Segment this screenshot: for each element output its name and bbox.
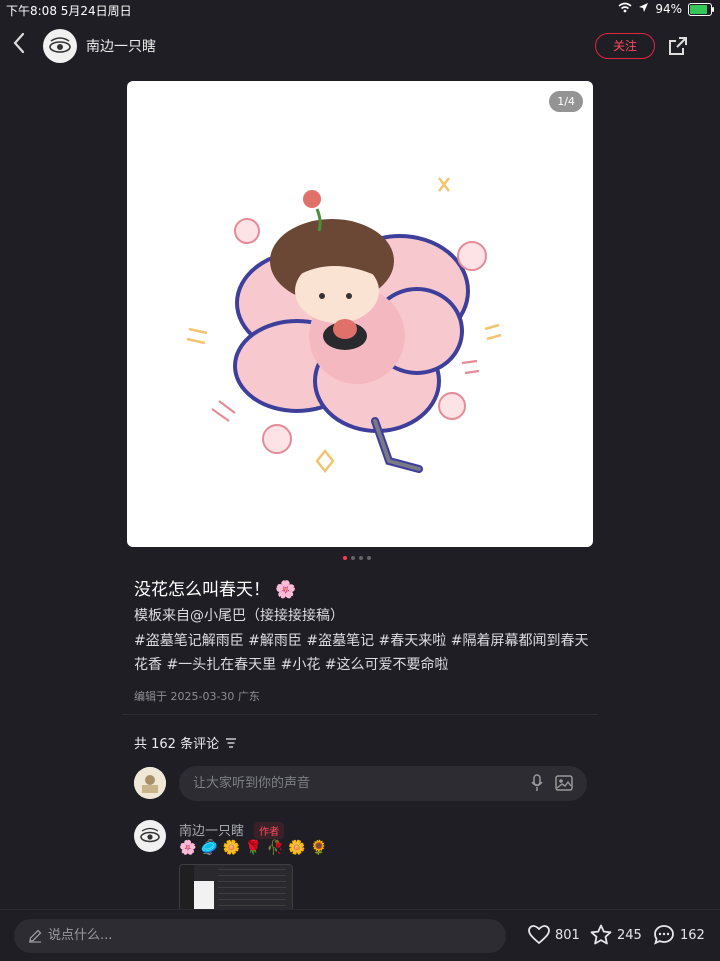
comment-count-label: 共 162 条评论 (134, 737, 220, 752)
like-button[interactable]: 801 (527, 922, 580, 948)
share-icon (669, 37, 687, 55)
post-meta: 编辑于 2025-03-30 广东 (134, 690, 260, 703)
comment-button[interactable]: 162 (652, 922, 705, 948)
status-right: 94% (618, 2, 714, 16)
chevron-left-icon (13, 32, 25, 54)
like-count: 801 (555, 927, 580, 943)
follow-button[interactable]: 关注 (595, 33, 655, 59)
status-bar: 下午8:08 5月24日周日 94% (0, 0, 720, 20)
location-icon (638, 2, 649, 16)
status-time-date: 下午8:08 5月24日周日 (6, 4, 132, 18)
post-body: 模板来自@小尾巴（接接接接稿） #盗墓笔记解雨臣 #解雨臣 #盗墓笔记 #春天来啦… (134, 604, 594, 678)
sort-icon[interactable] (225, 737, 237, 748)
comment-count[interactable]: 共 162 条评论 (134, 733, 237, 752)
carousel-dot[interactable] (343, 556, 347, 560)
say-something-input[interactable]: 说点什么... (14, 919, 506, 953)
post-header: 南边一只瞎 关注 (0, 26, 720, 66)
page-indicator: 1/4 (549, 91, 583, 112)
author-name[interactable]: 南边一只瞎 (86, 36, 156, 56)
comment-icon (654, 925, 674, 945)
author-badge: 作者 (254, 822, 285, 839)
illustration (186, 177, 502, 474)
comment-image[interactable] (179, 864, 293, 912)
my-avatar[interactable] (134, 767, 166, 799)
divider (122, 714, 598, 715)
commenter-name[interactable]: 南边一只瞎 作者 (179, 820, 285, 839)
comment-emojis: 🌸 🥏 🌼 🌹 🥀 🌼 🌻 (179, 840, 328, 856)
say-placeholder: 说点什么... (48, 928, 113, 943)
author-avatar[interactable] (43, 29, 77, 63)
pencil-icon (29, 929, 42, 943)
carousel-dot[interactable] (367, 556, 371, 560)
carousel-dot[interactable] (351, 556, 355, 560)
star-icon (590, 924, 612, 945)
heart-icon (528, 925, 550, 945)
comment-input[interactable]: 让大家听到你的声音 (179, 766, 587, 801)
post-title: 没花怎么叫春天！ 🌸 (134, 580, 297, 600)
battery-icon (688, 2, 714, 16)
battery-percent: 94% (655, 2, 682, 16)
wifi-icon (618, 2, 632, 16)
post-image[interactable]: 1/4 (127, 81, 593, 547)
carousel-dot[interactable] (359, 556, 363, 560)
favorite-button[interactable]: 245 (589, 922, 642, 948)
mic-icon[interactable] (531, 774, 543, 792)
favorite-count: 245 (617, 927, 642, 943)
commenter-name-text: 南边一只瞎 (179, 824, 245, 839)
image-icon[interactable] (555, 775, 573, 791)
comment-input-placeholder: 让大家听到你的声音 (193, 776, 311, 791)
comment-input-row: 让大家听到你的声音 (134, 766, 589, 801)
bottom-bar: 说点什么... 801 245 162 (0, 909, 720, 961)
commenter-avatar[interactable] (134, 820, 166, 852)
comment-count-bottom: 162 (680, 927, 705, 943)
share-button[interactable] (666, 34, 690, 58)
back-button[interactable] (12, 32, 34, 60)
carousel-dots[interactable] (343, 556, 371, 560)
post-body-text: 模板来自@小尾巴（接接接接稿） #盗墓笔记解雨臣 #解雨臣 #盗墓笔记 #春天来啦… (134, 608, 589, 673)
